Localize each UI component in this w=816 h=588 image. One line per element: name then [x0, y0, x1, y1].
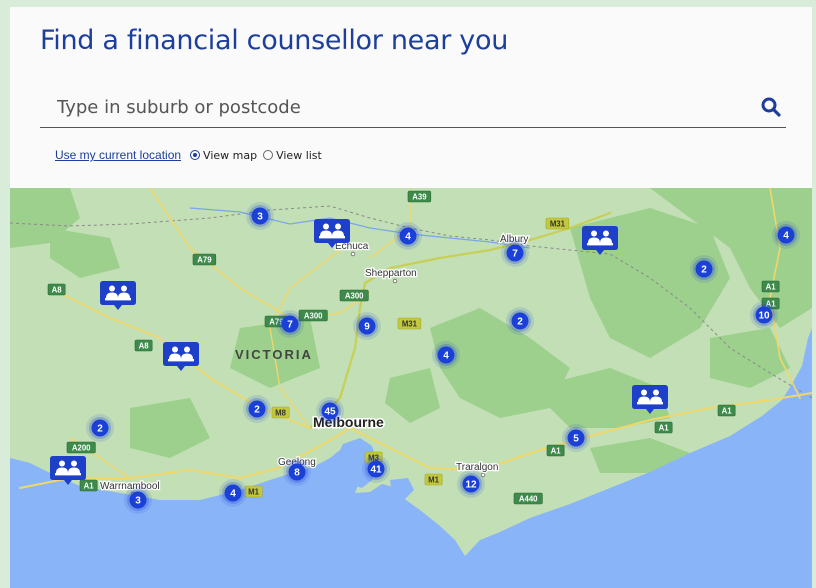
svg-text:A1: A1 [84, 482, 95, 491]
svg-text:M1: M1 [248, 488, 259, 497]
road-shield: A8 [47, 283, 66, 296]
svg-text:A1: A1 [659, 424, 670, 433]
road-shield: A200 [66, 441, 96, 454]
road-shield: M8 [271, 406, 290, 419]
svg-text:A1: A1 [766, 283, 777, 292]
cluster-count: 2 [701, 265, 707, 276]
cluster-marker[interactable]: 45 [316, 397, 344, 425]
road-shield: M31 [397, 317, 422, 330]
road-shield: A440 [513, 492, 543, 505]
cluster-marker[interactable]: 2 [86, 414, 114, 442]
road-shield: A1 [654, 421, 673, 434]
cluster-marker[interactable]: 41 [362, 455, 390, 483]
cluster-marker[interactable]: 5 [562, 424, 590, 452]
cluster-marker[interactable]: 3 [246, 202, 274, 230]
view-map-label: View map [203, 148, 258, 162]
cluster-count: 45 [324, 407, 336, 418]
cluster-count: 7 [512, 249, 518, 260]
road-shield: A39 [407, 190, 432, 203]
search-icon[interactable] [760, 96, 782, 118]
view-map-radio[interactable] [190, 150, 201, 160]
cluster-marker[interactable]: 7 [501, 239, 529, 267]
view-list-label: View list [276, 148, 322, 162]
svg-text:Shepparton: Shepparton [365, 268, 417, 279]
cluster-count: 41 [370, 465, 382, 476]
cluster-marker[interactable]: 4 [772, 221, 800, 249]
cluster-count: 5 [573, 434, 579, 445]
cluster-count: 4 [230, 489, 236, 500]
cluster-count: 4 [405, 232, 411, 243]
cluster-count: 3 [135, 496, 141, 507]
map-canvas[interactable]: EchucaSheppartonAlburyMelbourneGeelong Tr… [10, 188, 812, 588]
svg-text:A1: A1 [551, 447, 562, 456]
road-shield: A1 [761, 280, 780, 293]
svg-text:M8: M8 [275, 409, 286, 418]
road-shield: M1 [244, 485, 263, 498]
cluster-marker[interactable]: 3 [124, 486, 152, 514]
cluster-count: 4 [443, 351, 449, 362]
road-shield: M31 [545, 217, 570, 230]
view-list-option[interactable]: View list [263, 149, 322, 162]
svg-text:M31: M31 [550, 220, 566, 229]
cluster-marker[interactable]: 2 [690, 255, 718, 283]
cluster-count: 2 [97, 424, 103, 435]
road-shield: A79 [192, 253, 217, 266]
svg-text:A8: A8 [139, 342, 150, 351]
cluster-count: 3 [257, 212, 263, 223]
cluster-marker[interactable]: 4 [394, 222, 422, 250]
cluster-count: 9 [364, 322, 370, 333]
road-shield: A1 [79, 479, 98, 492]
cluster-marker[interactable]: 10 [750, 301, 778, 329]
use-current-location-link[interactable]: Use my current location [55, 148, 181, 162]
svg-text:A440: A440 [519, 495, 538, 504]
search-bar [40, 89, 786, 128]
view-options: Use my current location View map View li… [55, 147, 328, 163]
view-list-radio[interactable] [263, 150, 274, 160]
view-map-option[interactable]: View map [190, 149, 257, 162]
cluster-count: 2 [517, 317, 523, 328]
svg-text:M1: M1 [428, 476, 439, 485]
cluster-marker[interactable]: 2 [506, 307, 534, 335]
svg-text:A200: A200 [72, 444, 91, 453]
cluster-marker[interactable]: 4 [432, 341, 460, 369]
road-shield: A1 [717, 404, 736, 417]
svg-text:A8: A8 [52, 286, 63, 295]
cluster-count: 7 [287, 320, 293, 331]
road-shield: A300 [298, 309, 328, 322]
svg-text:A1: A1 [722, 407, 733, 416]
counsellor-map[interactable]: Echuca Shepparton Albury Melbourne Geelong Tr… [10, 188, 812, 588]
cluster-count: 2 [254, 405, 260, 416]
svg-text:A300: A300 [304, 312, 323, 321]
svg-text:A300: A300 [345, 292, 364, 301]
page-title: Find a financial counsellor near you [40, 25, 509, 56]
region-label: VICTORIA [235, 347, 313, 362]
cluster-count: 12 [465, 480, 477, 491]
cluster-marker[interactable]: 7 [276, 310, 304, 338]
svg-text:M31: M31 [402, 320, 418, 329]
svg-text:Traralgon: Traralgon [456, 462, 498, 473]
svg-text:A39: A39 [412, 193, 427, 202]
cluster-count: 8 [294, 468, 300, 479]
cluster-marker[interactable]: 9 [353, 312, 381, 340]
road-shield: A8 [134, 339, 153, 352]
cluster-count: 10 [758, 311, 770, 322]
suburb-postcode-input[interactable] [40, 89, 740, 125]
cluster-marker[interactable]: 4 [219, 479, 247, 507]
svg-text:A79: A79 [197, 256, 212, 265]
cluster-count: 4 [783, 231, 789, 242]
search-panel: Find a financial counsellor near you Use… [10, 7, 812, 188]
road-shield: M1 [424, 473, 443, 486]
road-shield: A300 [339, 289, 369, 302]
cluster-marker[interactable]: 12 [457, 470, 485, 498]
road-shield: A1 [546, 444, 565, 457]
cluster-marker[interactable]: 8 [283, 458, 311, 486]
cluster-marker[interactable]: 2 [243, 395, 271, 423]
